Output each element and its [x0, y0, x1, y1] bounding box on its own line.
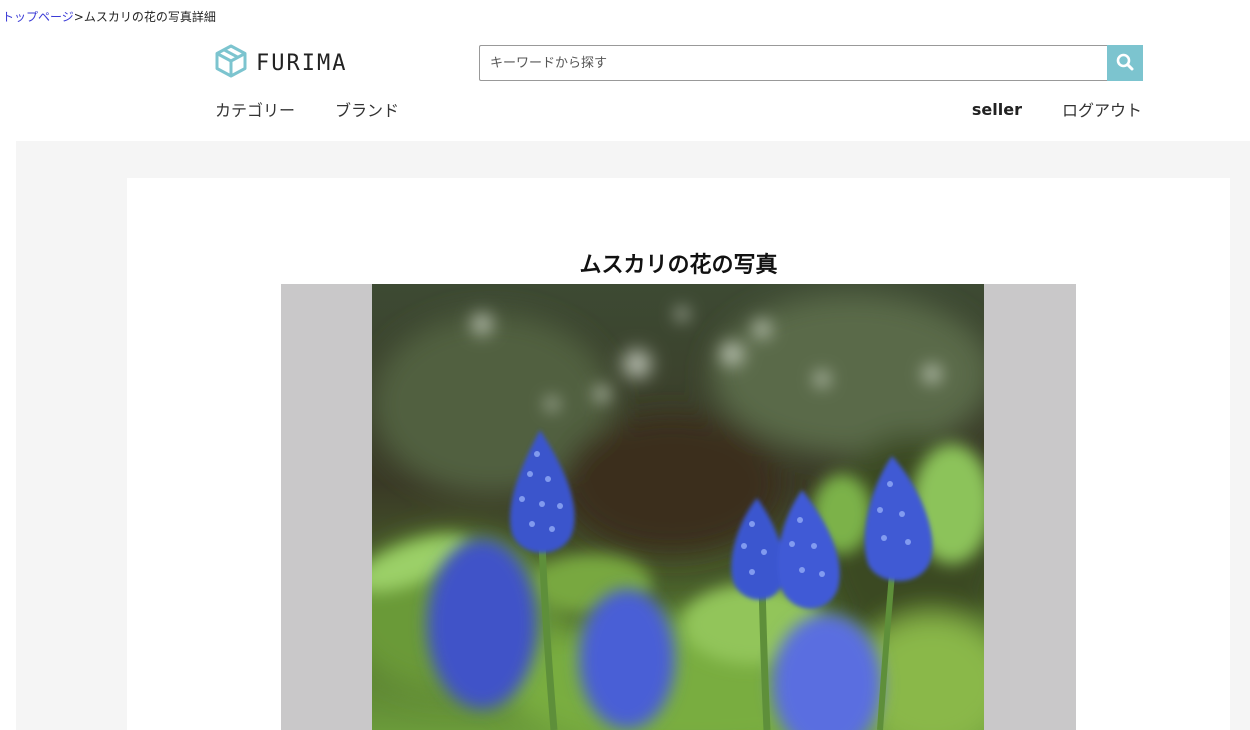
- item-image-frame: [281, 284, 1076, 730]
- breadcrumb: トップページ>ムスカリの花の写真詳細: [2, 9, 216, 25]
- nav-brand-link[interactable]: ブランド: [335, 97, 399, 121]
- category-nav: カテゴリー ブランド: [215, 97, 399, 121]
- breadcrumb-home-link[interactable]: トップページ: [2, 10, 74, 24]
- search-bar: [479, 45, 1143, 81]
- user-name-link[interactable]: seller: [972, 100, 1022, 119]
- item-photo[interactable]: [372, 284, 984, 730]
- site-logo[interactable]: FURIMA: [214, 44, 347, 82]
- search-input[interactable]: [479, 45, 1107, 81]
- cube-logo-icon: [214, 44, 248, 82]
- search-icon: [1115, 52, 1135, 75]
- user-nav: seller ログアウト: [972, 97, 1142, 121]
- logout-link[interactable]: ログアウト: [1062, 97, 1142, 121]
- breadcrumb-separator: >: [73, 10, 84, 24]
- breadcrumb-current: ムスカリの花の写真詳細: [83, 10, 216, 24]
- item-title: ムスカリの花の写真: [579, 253, 778, 278]
- nav-category-link[interactable]: カテゴリー: [215, 97, 295, 121]
- logo-text: FURIMA: [256, 50, 348, 76]
- item-detail-card: ムスカリの花の写真: [127, 178, 1230, 730]
- search-button[interactable]: [1107, 45, 1143, 81]
